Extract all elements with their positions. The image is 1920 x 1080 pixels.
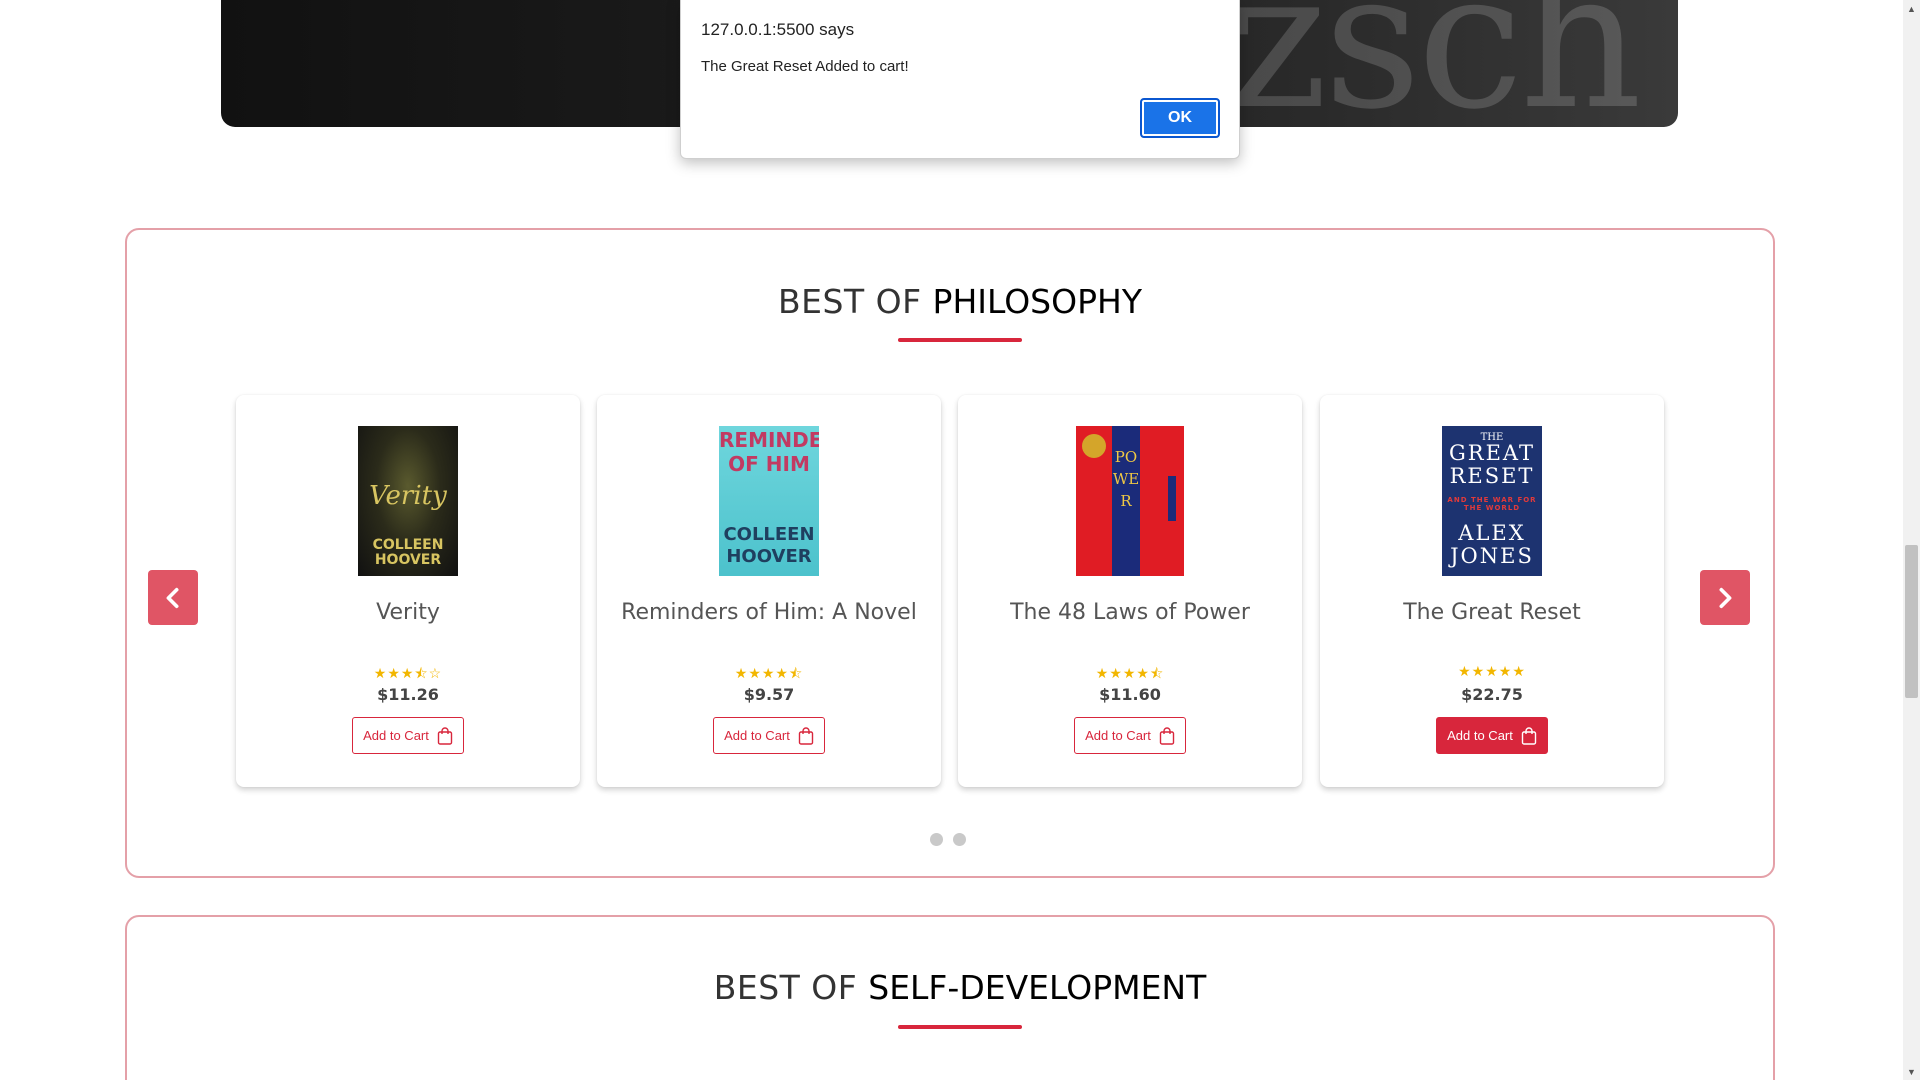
book-cover-image[interactable]: Verity COLLEEN HOOVER [358,426,458,576]
book-card: Verity COLLEEN HOOVER Verity ★★★⯪☆ $11.2… [236,395,580,787]
add-to-cart-button[interactable]: Add to Cart [352,717,464,754]
title-underline [898,338,1022,342]
scroll-down-icon[interactable]: ▼ [1903,1063,1920,1080]
dialog-origin: 127.0.0.1:5500 says [701,20,855,39]
cover-subtitle: AND THE WAR FOR THE WORLD [1447,496,1537,512]
section-title-main: SELF-DEVELOPMENT [868,968,1207,1007]
carousel-prev-button[interactable] [148,570,198,625]
add-to-cart-label: Add to Cart [363,728,429,743]
scroll-up-icon[interactable]: ▲ [1903,0,1920,17]
rating-stars: ★★★⯪☆ [373,665,443,681]
cover-side-label [1168,476,1176,521]
section-title-prefix: BEST OF [713,968,869,1007]
chevron-right-icon [1719,587,1732,608]
cover-author: ALEX JONES [1450,521,1534,568]
book-title[interactable]: The Great Reset [1320,600,1664,625]
ok-button[interactable]: OK [1140,98,1220,138]
add-to-cart-button[interactable]: Add to Cart [713,717,825,754]
book-title[interactable]: Verity [236,600,580,625]
dialog-message: The Great Reset Added to cart! [701,58,909,75]
book-card: THE GREAT RESET AND THE WAR FOR THE WORL… [1320,395,1664,787]
add-to-cart-button[interactable]: Add to Cart [1436,717,1548,754]
carousel-dot[interactable] [953,833,966,846]
scroll-thumb[interactable] [1905,545,1918,698]
carousel-next-button[interactable] [1700,570,1750,625]
rating-stars: ★★★★⯪ [1095,665,1165,681]
cover-author: COLLEEN HOOVER [372,537,444,568]
cover-title: GREAT RESET [1449,441,1535,488]
book-price: $11.60 [1099,685,1161,704]
alert-dialog: 127.0.0.1:5500 says The Great Reset Adde… [680,0,1240,159]
shopping-bag-icon [1159,726,1175,745]
book-price: $9.57 [743,685,795,704]
section-title-main: PHILOSOPHY [932,282,1142,321]
book-cover-image[interactable]: THE GREAT RESET AND THE WAR FOR THE WORL… [1442,426,1542,576]
shopping-bag-icon [1521,726,1537,745]
book-card: REMINDERS OF HIM COLLEEN HOOVER Reminder… [597,395,941,787]
rating-stars: ★★★★⯪ [734,665,804,681]
rating-stars: ★★★★★ [1458,663,1526,679]
book-title[interactable]: The 48 Laws of Power [958,600,1302,625]
book-card: POWER The 48 Laws of Power ★★★★⯪ $11.60 … [958,395,1302,787]
chevron-left-icon [166,587,179,608]
cover-title: REMINDERS OF HIM [719,428,819,476]
cover-title: Verity [369,481,447,511]
carousel-pagination [930,833,966,846]
shopping-bag-icon [437,726,453,745]
book-price: $11.26 [377,685,439,704]
add-to-cart-label: Add to Cart [724,728,790,743]
section-title-philosophy: BEST OF PHILOSOPHY [0,282,1920,321]
shopping-bag-icon [798,726,814,745]
add-to-cart-label: Add to Cart [1447,728,1513,743]
book-price: $22.75 [1461,685,1523,704]
carousel-dot[interactable] [930,833,943,846]
page-scrollbar[interactable]: ▲ ▼ [1903,0,1920,1080]
add-to-cart-label: Add to Cart [1085,728,1151,743]
section-title-self-development: BEST OF SELF-DEVELOPMENT [0,968,1920,1007]
section-title-prefix: BEST OF [778,282,933,321]
book-title[interactable]: Reminders of Him: A Novel [597,600,941,625]
add-to-cart-button[interactable]: Add to Cart [1074,717,1186,754]
book-cover-image[interactable]: REMINDERS OF HIM COLLEEN HOOVER [719,426,819,576]
book-cover-image[interactable]: POWER [1076,426,1184,576]
title-underline [898,1025,1022,1029]
cover-badge [1082,434,1106,458]
cover-author: COLLEEN HOOVER [723,524,815,567]
cover-title: POWER [1112,448,1140,510]
